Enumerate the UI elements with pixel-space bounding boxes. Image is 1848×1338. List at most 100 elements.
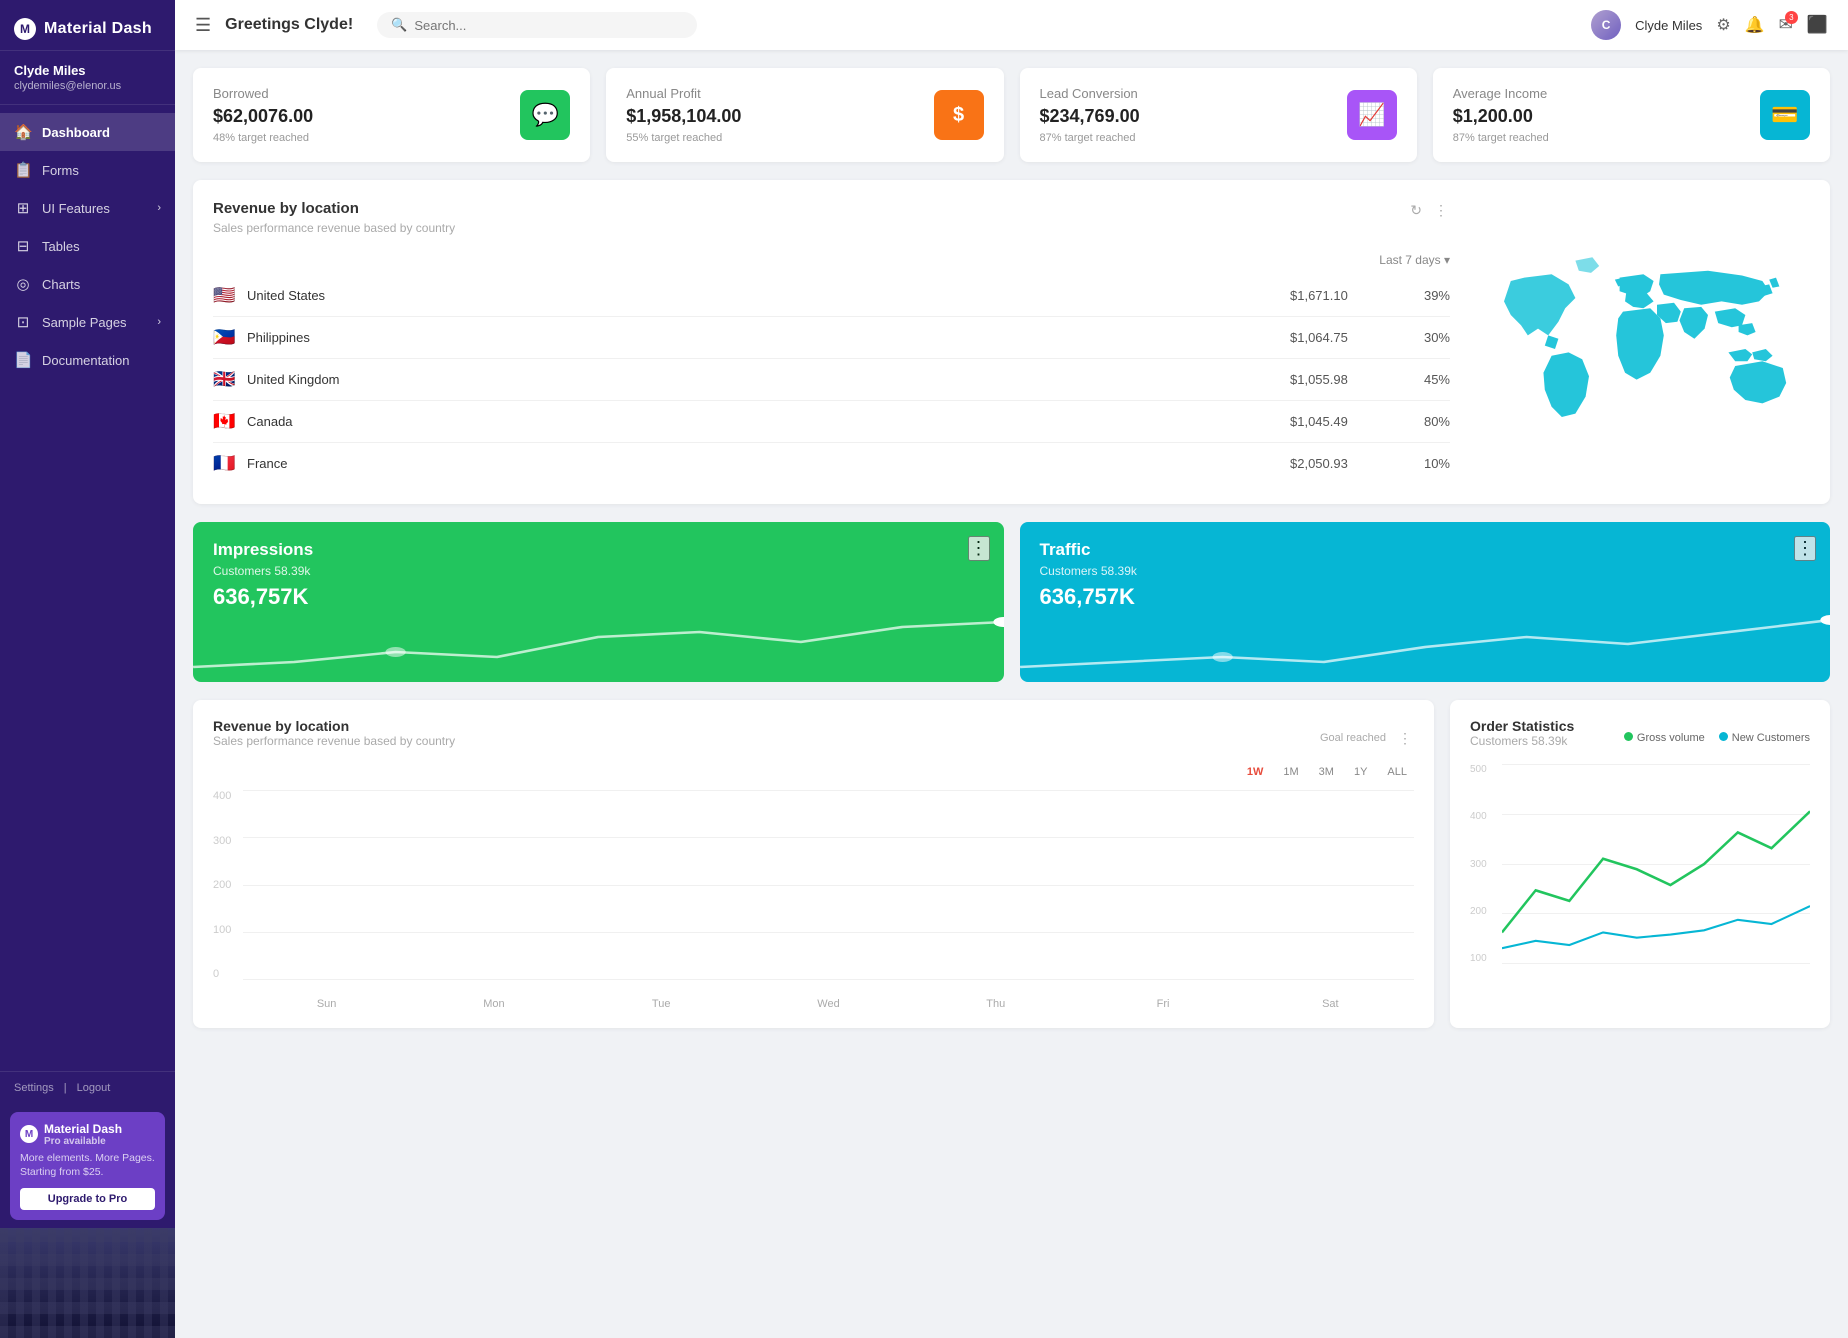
- flag-us: 🇺🇸: [213, 285, 237, 306]
- sidebar: M Material Dash Clyde Miles clydemiles@e…: [0, 0, 175, 1338]
- main: ☰ Greetings Clyde! 🔍 C Clyde Miles ⚙ 🔔 ✉…: [175, 0, 1848, 1338]
- sidebar-user: Clyde Miles clydemiles@elenor.us: [0, 51, 175, 105]
- impressions-card: ⋮ Impressions Customers 58.39k 636,757K: [193, 522, 1004, 682]
- search-box: 🔍: [377, 12, 697, 38]
- sidebar-item-dashboard[interactable]: 🏠 Dashboard: [0, 113, 175, 151]
- flag-ph: 🇵🇭: [213, 327, 237, 348]
- amount-ph: $1,064.75: [1290, 330, 1390, 345]
- settings-link[interactable]: Settings: [14, 1082, 54, 1094]
- filter-1y[interactable]: 1Y: [1347, 764, 1374, 780]
- x-label-sun: Sun: [243, 998, 410, 1010]
- chart-more-icon[interactable]: ⋮: [1396, 728, 1414, 749]
- revenue-row-ca: 🇨🇦 Canada $1,045.49 80%: [213, 401, 1450, 443]
- sidebar-item-label: Dashboard: [42, 125, 110, 140]
- stat-value: $62,0076.00: [213, 106, 313, 127]
- sidebar-building-image: [0, 1228, 175, 1338]
- sidebar-item-tables[interactable]: ⊟ Tables: [0, 227, 175, 265]
- logout-link[interactable]: Logout: [77, 1082, 111, 1094]
- impressions-title: Impressions: [213, 540, 984, 560]
- menu-icon[interactable]: ☰: [195, 15, 211, 36]
- amount-uk: $1,055.98: [1290, 372, 1390, 387]
- flag-fr: 🇫🇷: [213, 453, 237, 474]
- x-label-mon: Mon: [410, 998, 577, 1010]
- chart-title: Revenue by location: [213, 718, 455, 734]
- sidebar-promo: M Material Dash Pro available More eleme…: [10, 1112, 165, 1220]
- country-ph: Philippines: [247, 330, 1280, 345]
- search-input[interactable]: [414, 18, 683, 33]
- order-y-300: 300: [1470, 859, 1502, 870]
- pct-ca: 80%: [1400, 414, 1450, 429]
- order-y-200: 200: [1470, 906, 1502, 917]
- flag-uk: 🇬🇧: [213, 369, 237, 390]
- sidebar-item-documentation[interactable]: 📄 Documentation: [0, 341, 175, 379]
- stat-label: Borrowed: [213, 86, 313, 101]
- sidebar-item-label: Documentation: [42, 353, 129, 368]
- chart-toolbar: Revenue by location Sales performance re…: [213, 718, 1414, 758]
- order-stats-card: Order Statistics Customers 58.39k Gross …: [1450, 700, 1830, 1028]
- notifications-icon[interactable]: 🔔: [1745, 15, 1765, 35]
- sidebar-user-email: clydemiles@elenor.us: [14, 80, 161, 92]
- logo-icon: M: [14, 18, 36, 40]
- sidebar-item-charts[interactable]: ◎ Charts: [0, 265, 175, 303]
- chevron-right-icon: ›: [157, 202, 161, 214]
- amount-fr: $2,050.93: [1290, 456, 1390, 471]
- filter-all[interactable]: ALL: [1380, 764, 1414, 780]
- tables-icon: ⊟: [14, 237, 32, 255]
- x-label-thu: Thu: [912, 998, 1079, 1010]
- filter-1m[interactable]: 1M: [1276, 764, 1305, 780]
- order-sub: Customers 58.39k: [1470, 734, 1574, 748]
- traffic-menu[interactable]: ⋮: [1794, 536, 1816, 561]
- order-legend: Gross volume New Customers: [1624, 732, 1810, 744]
- stat-cards: Borrowed $62,0076.00 48% target reached …: [193, 68, 1830, 162]
- country-uk: United Kingdom: [247, 372, 1280, 387]
- y-label-400: 400: [213, 790, 239, 802]
- sidebar-user-name: Clyde Miles: [14, 63, 161, 78]
- sidebar-title: Material Dash: [44, 20, 152, 38]
- revenue-row-ph: 🇵🇭 Philippines $1,064.75 30%: [213, 317, 1450, 359]
- sidebar-item-label: Charts: [42, 277, 80, 292]
- more-icon[interactable]: ⋮: [1432, 200, 1450, 221]
- forms-icon: 📋: [14, 161, 32, 179]
- stat-label: Annual Profit: [626, 86, 741, 101]
- avatar: C: [1591, 10, 1621, 40]
- order-chart-svg: [1502, 764, 1810, 964]
- ui-features-icon: ⊞: [14, 199, 32, 217]
- stat-icon-profit: $: [934, 90, 984, 140]
- x-label-wed: Wed: [745, 998, 912, 1010]
- goal-label: Goal reached: [1320, 732, 1386, 744]
- revenue-filter[interactable]: Last 7 days ▾: [1379, 253, 1450, 267]
- stat-icon-income: 💳: [1760, 90, 1810, 140]
- camera-icon[interactable]: ⬛: [1807, 15, 1828, 35]
- order-chart: 500 400 300 200 100: [1470, 764, 1810, 984]
- revenue-title: Revenue by location: [213, 200, 455, 217]
- x-label-fri: Fri: [1079, 998, 1246, 1010]
- chart-subtitle: Sales performance revenue based by count…: [213, 734, 455, 748]
- metrics-row: ⋮ Impressions Customers 58.39k 636,757K …: [193, 522, 1830, 682]
- revenue-chart-card: Revenue by location Sales performance re…: [193, 700, 1434, 1028]
- legend-dot-gross: [1624, 732, 1633, 741]
- filter-1w[interactable]: 1W: [1240, 764, 1271, 780]
- revenue-row-us: 🇺🇸 United States $1,671.10 39%: [213, 275, 1450, 317]
- promo-subtitle: Pro available: [44, 1136, 122, 1147]
- documentation-icon: 📄: [14, 351, 32, 369]
- sidebar-item-forms[interactable]: 📋 Forms: [0, 151, 175, 189]
- settings-icon[interactable]: ⚙: [1716, 15, 1730, 35]
- order-y-100: 100: [1470, 953, 1502, 964]
- stat-sub: 48% target reached: [213, 132, 313, 144]
- order-y-400: 400: [1470, 811, 1502, 822]
- refresh-icon[interactable]: ↻: [1408, 200, 1424, 221]
- filter-3m[interactable]: 3M: [1312, 764, 1341, 780]
- pct-us: 39%: [1400, 288, 1450, 303]
- stat-sub: 87% target reached: [1040, 132, 1140, 144]
- mail-icon[interactable]: ✉ 3: [1779, 15, 1793, 35]
- revenue-row-fr: 🇫🇷 France $2,050.93 10%: [213, 443, 1450, 484]
- header-user-name: Clyde Miles: [1635, 18, 1702, 33]
- impressions-menu[interactable]: ⋮: [968, 536, 990, 561]
- flag-ca: 🇨🇦: [213, 411, 237, 432]
- country-us: United States: [247, 288, 1280, 303]
- sample-pages-icon: ⊡: [14, 313, 32, 331]
- sidebar-item-ui-features[interactable]: ⊞ UI Features ›: [0, 189, 175, 227]
- sidebar-item-sample-pages[interactable]: ⊡ Sample Pages ›: [0, 303, 175, 341]
- pct-uk: 45%: [1400, 372, 1450, 387]
- upgrade-button[interactable]: Upgrade to Pro: [20, 1188, 155, 1210]
